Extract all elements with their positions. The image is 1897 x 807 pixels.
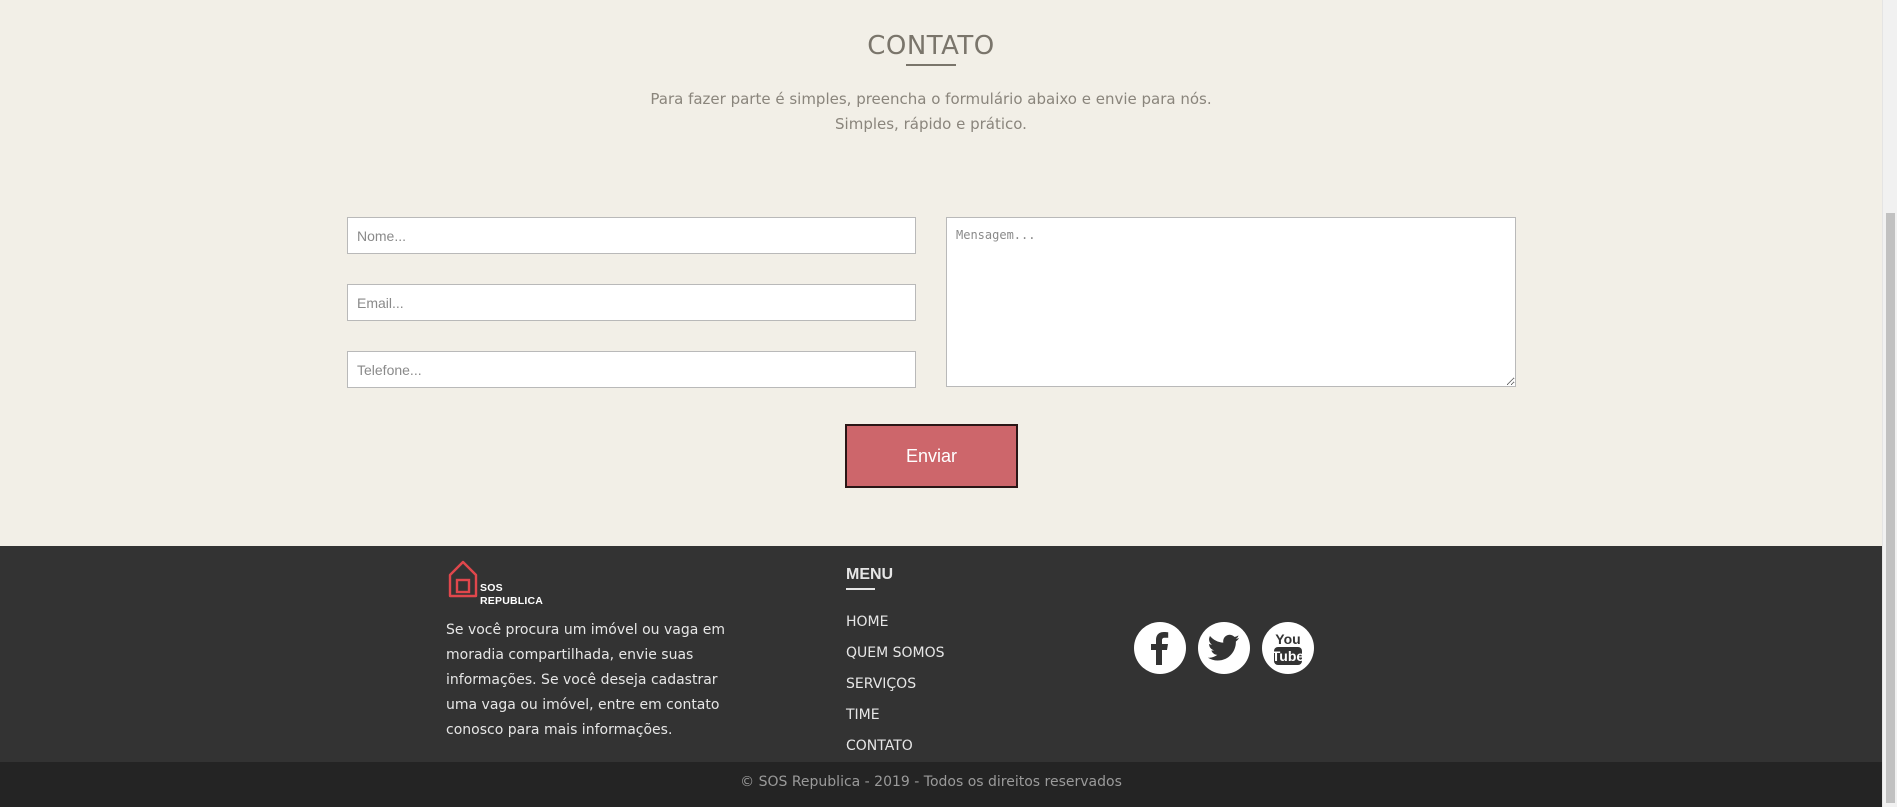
footer-menu: HOME QUEM SOMOS SERVIÇOS TIME CONTATO xyxy=(846,612,945,767)
footer: SOS REPUBLICA Se você procura um imóvel … xyxy=(0,546,1882,762)
name-input[interactable] xyxy=(347,217,916,254)
email-input[interactable] xyxy=(347,284,916,321)
contact-subtitle-line2: Simples, rápido e prático. xyxy=(835,115,1027,133)
menu-title: MENU xyxy=(846,566,894,583)
page-scrollbar[interactable] xyxy=(1882,0,1897,807)
contact-subtitle-line1: Para fazer parte é simples, preencha o f… xyxy=(650,90,1212,108)
facebook-icon xyxy=(1151,632,1169,665)
scrollbar-thumb[interactable] xyxy=(1886,213,1895,803)
twitter-link[interactable] xyxy=(1198,622,1250,674)
menu-item-servicos[interactable]: SERVIÇOS xyxy=(846,674,945,705)
copyright-bar: © SOS Republica - 2019 - Todos os direit… xyxy=(0,762,1882,807)
facebook-link[interactable] xyxy=(1134,622,1186,674)
house-logo-icon xyxy=(448,560,478,598)
logo[interactable]: SOS REPUBLICA xyxy=(448,560,548,607)
footer-description: Se você procura um imóvel ou vaga em mor… xyxy=(446,622,726,738)
menu-item-home[interactable]: HOME xyxy=(846,612,945,643)
contact-title: CONTATO xyxy=(867,31,995,61)
menu-title-underline xyxy=(846,588,875,590)
title-underline xyxy=(906,64,956,66)
logo-text-line2: REPUBLICA xyxy=(480,595,544,607)
svg-text:You: You xyxy=(1275,631,1300,647)
logo-text: SOS REPUBLICA xyxy=(480,582,543,608)
send-button[interactable]: Enviar xyxy=(845,424,1018,488)
contact-section: CONTATO Para fazer parte é simples, pree… xyxy=(0,0,1882,546)
menu-item-time[interactable]: TIME xyxy=(846,705,945,736)
menu-item-quem-somos[interactable]: QUEM SOMOS xyxy=(846,643,945,674)
youtube-icon: You Tube xyxy=(1272,631,1304,665)
twitter-icon xyxy=(1208,634,1240,661)
phone-input[interactable] xyxy=(347,351,916,388)
copyright-text: © SOS Republica - 2019 - Todos os direit… xyxy=(740,774,1122,790)
svg-text:Tube: Tube xyxy=(1272,648,1304,664)
youtube-link[interactable]: You Tube xyxy=(1262,622,1314,674)
logo-text-line1: SOS xyxy=(480,582,503,594)
message-textarea[interactable] xyxy=(946,217,1516,387)
